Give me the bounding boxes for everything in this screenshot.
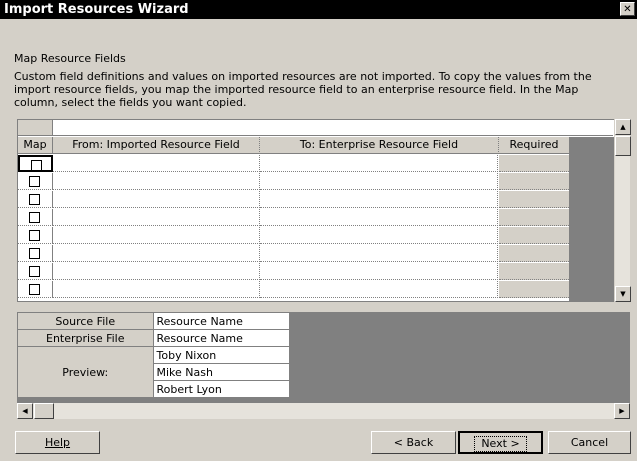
map-checkbox[interactable] xyxy=(29,230,40,241)
column-header-to[interactable]: To: Enterprise Resource Field xyxy=(260,137,499,154)
required-cell xyxy=(499,155,569,172)
enterprise-file-label: Enterprise File xyxy=(17,329,154,347)
required-cell xyxy=(499,281,569,298)
map-checkbox[interactable] xyxy=(29,212,40,223)
map-checkbox[interactable] xyxy=(29,248,40,259)
preview-label: Preview: xyxy=(17,346,154,398)
required-cell xyxy=(499,173,569,190)
preview-value: Mike Nash xyxy=(152,363,290,381)
required-cell xyxy=(499,245,569,262)
preview-value: Robert Lyon xyxy=(152,380,290,398)
from-field-cell[interactable] xyxy=(53,209,260,226)
table-row[interactable] xyxy=(18,191,613,208)
page-description: Custom field definitions and values on i… xyxy=(14,70,592,109)
map-cell[interactable] xyxy=(18,209,53,226)
source-file-label: Source File xyxy=(17,312,154,330)
grid-empty-area xyxy=(569,137,614,301)
map-checkbox[interactable] xyxy=(29,266,40,277)
scroll-up-icon[interactable]: ▲ xyxy=(615,119,631,135)
to-field-cell[interactable] xyxy=(260,191,498,208)
to-field-cell[interactable] xyxy=(260,227,498,244)
preview-table: Source File Resource Name Enterprise Fil… xyxy=(17,312,290,398)
from-field-cell[interactable] xyxy=(53,155,260,172)
from-field-cell[interactable] xyxy=(53,173,260,190)
map-cell[interactable] xyxy=(18,155,53,172)
cancel-button-label: Cancel xyxy=(570,436,609,449)
to-field-cell[interactable] xyxy=(260,245,498,262)
to-field-cell[interactable] xyxy=(260,209,498,226)
scroll-thumb[interactable] xyxy=(615,136,631,156)
map-cell[interactable] xyxy=(18,191,53,208)
table-row[interactable] xyxy=(18,173,613,190)
help-button-label: Help xyxy=(44,436,71,449)
cancel-button[interactable]: Cancel xyxy=(548,431,631,454)
from-field-cell[interactable] xyxy=(53,191,260,208)
grid-edit-bar[interactable] xyxy=(53,120,613,136)
from-field-cell[interactable] xyxy=(53,263,260,280)
preview-horizontal-scrollbar[interactable]: ◀ ▶ xyxy=(17,403,630,419)
column-header-map[interactable]: Map xyxy=(18,137,53,154)
table-row[interactable] xyxy=(18,227,613,244)
enterprise-file-value: Resource Name xyxy=(152,329,290,347)
map-cell[interactable] xyxy=(18,281,53,298)
page-heading: Map Resource Fields xyxy=(14,52,126,65)
map-cell[interactable] xyxy=(18,227,53,244)
scroll-left-icon[interactable]: ◀ xyxy=(17,403,33,419)
table-row[interactable] xyxy=(18,281,613,298)
back-button[interactable]: < Back xyxy=(371,431,456,454)
map-cell[interactable] xyxy=(18,263,53,280)
to-field-cell[interactable] xyxy=(260,263,498,280)
map-cell[interactable] xyxy=(18,173,53,190)
scroll-right-icon[interactable]: ▶ xyxy=(614,403,630,419)
required-cell xyxy=(499,227,569,244)
table-row[interactable] xyxy=(18,245,613,262)
grid-vertical-scrollbar[interactable]: ▲ ▼ xyxy=(614,119,631,302)
table-row[interactable] xyxy=(18,263,613,280)
close-icon[interactable]: ✕ xyxy=(620,2,635,16)
required-cell xyxy=(499,191,569,208)
scroll-down-icon[interactable]: ▼ xyxy=(615,286,631,302)
map-checkbox[interactable] xyxy=(29,176,40,187)
to-field-cell[interactable] xyxy=(260,173,498,190)
field-mapping-grid: Map From: Imported Resource Field To: En… xyxy=(17,119,616,302)
to-field-cell[interactable] xyxy=(260,155,498,172)
title-bar: Import Resources Wizard ✕ xyxy=(0,0,637,19)
map-checkbox[interactable] xyxy=(29,194,40,205)
table-row[interactable] xyxy=(18,155,613,172)
help-button[interactable]: Help xyxy=(15,431,100,454)
required-cell xyxy=(499,209,569,226)
preview-value: Toby Nixon xyxy=(152,346,290,364)
next-button-label: Next > xyxy=(474,436,527,452)
next-button[interactable]: Next > xyxy=(458,431,543,454)
map-checkbox[interactable] xyxy=(31,160,42,171)
grid-corner xyxy=(18,120,53,136)
from-field-cell[interactable] xyxy=(53,281,260,298)
map-checkbox[interactable] xyxy=(29,284,40,295)
table-row[interactable] xyxy=(18,209,613,226)
map-cell[interactable] xyxy=(18,245,53,262)
column-header-from[interactable]: From: Imported Resource Field xyxy=(53,137,260,154)
scroll-thumb[interactable] xyxy=(34,403,54,419)
back-button-label: < Back xyxy=(393,436,434,449)
from-field-cell[interactable] xyxy=(53,227,260,244)
source-file-value: Resource Name xyxy=(152,312,290,330)
column-header-required[interactable]: Required xyxy=(499,137,569,154)
preview-panel: Source File Resource Name Enterprise Fil… xyxy=(17,312,630,404)
from-field-cell[interactable] xyxy=(53,245,260,262)
window-title: Import Resources Wizard xyxy=(4,2,189,17)
to-field-cell[interactable] xyxy=(260,281,498,298)
required-cell xyxy=(499,263,569,280)
